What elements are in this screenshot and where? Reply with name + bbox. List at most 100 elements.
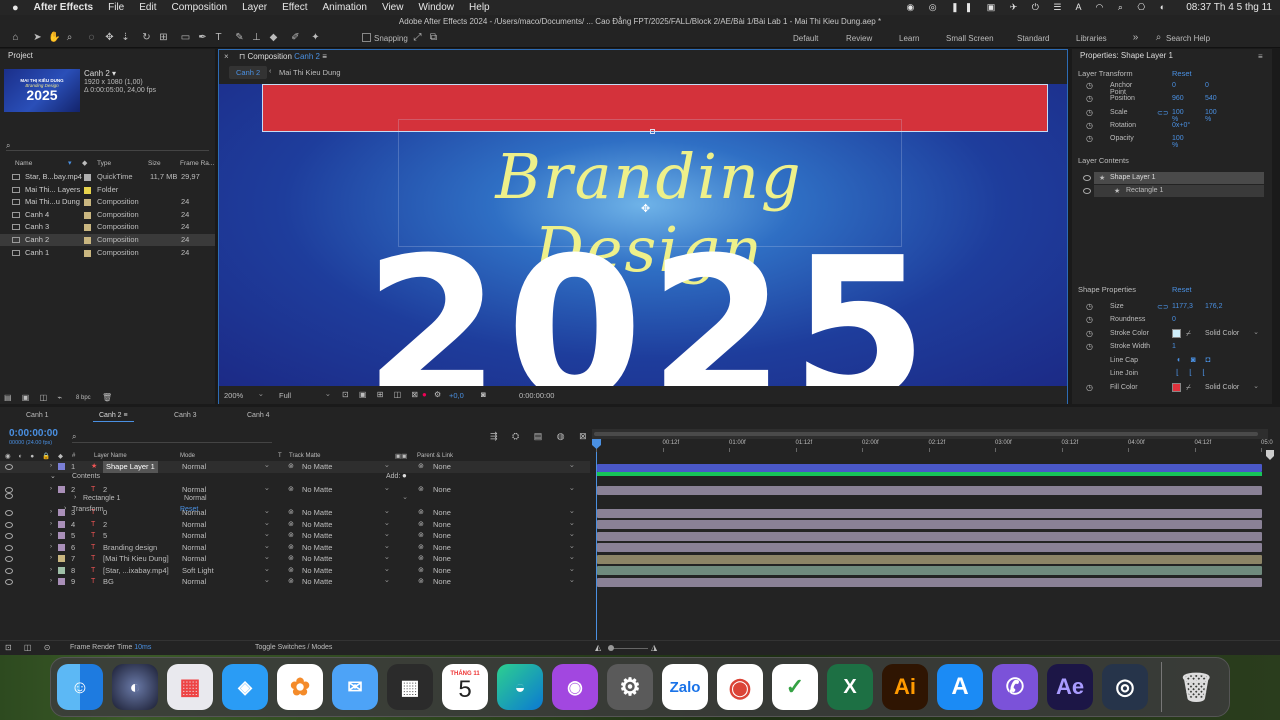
work-area-end[interactable] xyxy=(1266,450,1274,460)
timeline-tab[interactable]: Canh 3 xyxy=(168,410,203,422)
sort-chevron-icon[interactable]: ▾ xyxy=(68,159,72,167)
parent-dropdown[interactable]: None xyxy=(433,459,575,473)
viber-icon[interactable]: ✆ xyxy=(992,664,1038,710)
expand-chevron-icon[interactable]: › xyxy=(50,519,52,531)
col-type[interactable]: Type xyxy=(97,160,111,167)
clock[interactable]: 08:37 Th 4 5 thg 11 xyxy=(1186,2,1272,13)
prop-value-1[interactable]: 0 xyxy=(1172,82,1176,89)
apple-icon[interactable]: ● xyxy=(12,2,19,14)
layer-name[interactable]: Shape Layer 1 xyxy=(103,461,158,473)
dolly-tool-icon[interactable]: ⇣ xyxy=(120,32,131,43)
parent-pickwhip-icon[interactable]: ⊚ xyxy=(418,507,424,519)
project-item[interactable]: Canh 4 Composition 24 xyxy=(0,209,215,221)
properties-title[interactable]: Properties: Shape Layer 1 xyxy=(1072,49,1272,63)
workspace-default[interactable]: Default xyxy=(793,34,818,43)
parent-dropdown[interactable]: None xyxy=(433,540,575,554)
layer-mode-dropdown[interactable]: Normal xyxy=(182,540,270,554)
menu-view[interactable]: View xyxy=(382,2,404,13)
timeline-search-input[interactable]: ⌕ xyxy=(72,432,272,443)
layer-row[interactable]: ›1★Shape Layer 1Normal⊚No Matte⊚None xyxy=(0,459,590,473)
exposure-value[interactable]: +0,0 xyxy=(449,391,464,400)
time-navigator[interactable] xyxy=(592,429,1268,439)
layer-duration-bar[interactable] xyxy=(597,577,1262,587)
layer-label-swatch[interactable] xyxy=(58,486,65,493)
track-matte-dropdown[interactable]: No Matte xyxy=(302,459,390,473)
layer-row[interactable]: ›2T2Normal⊚No Matte⊚None xyxy=(0,482,590,496)
parent-pickwhip-icon[interactable]: ⊚ xyxy=(418,553,424,565)
eye-icon[interactable] xyxy=(1083,188,1091,194)
eye-icon[interactable] xyxy=(5,493,13,499)
rotation-tool-icon[interactable]: ↻ xyxy=(141,32,152,43)
label-color-swatch[interactable] xyxy=(84,249,91,257)
col-layer-name[interactable]: Layer Name xyxy=(94,453,127,459)
pen-tool-icon[interactable]: ✒ xyxy=(197,32,208,43)
finder-icon[interactable]: ☺ xyxy=(57,664,103,710)
trash-icon[interactable]: 🗑 xyxy=(102,393,112,402)
expand-chevron-icon[interactable]: › xyxy=(50,565,52,577)
expand-chevron-icon[interactable]: › xyxy=(50,542,52,554)
calendar-icon[interactable]: THÁNG 11 5 xyxy=(442,664,488,710)
notes-app-icon[interactable]: ✓ xyxy=(772,664,818,710)
illustrator-icon[interactable]: Ai xyxy=(882,664,928,710)
stroke-color-swatch[interactable] xyxy=(1172,329,1181,338)
expand-chevron-icon[interactable]: › xyxy=(74,494,76,501)
timeline-tab[interactable]: Canh 2 ≡ xyxy=(93,410,134,422)
app-menu[interactable]: After Effects xyxy=(34,2,93,13)
excel-icon[interactable]: X xyxy=(827,664,873,710)
layer-duration-bar[interactable] xyxy=(597,531,1262,541)
panel-menu-icon[interactable]: ≡ xyxy=(1258,52,1263,61)
parent-dropdown[interactable]: None xyxy=(433,517,575,531)
hand-tool-icon[interactable]: ✋ xyxy=(48,32,60,43)
trash-icon[interactable]: 🗑 xyxy=(1173,664,1219,710)
col-size[interactable]: Size xyxy=(148,160,161,167)
breadcrumb-canh2[interactable]: Canh 2 xyxy=(229,66,268,79)
add-icon[interactable]: ● xyxy=(402,471,407,480)
safari-icon[interactable]: ◈ xyxy=(222,664,268,710)
matte-link-icon[interactable]: ⊚ xyxy=(288,542,294,554)
layer-duration-bar[interactable] xyxy=(597,543,1262,552)
settings-icon[interactable]: ⚙ xyxy=(607,664,653,710)
stopwatch-icon[interactable]: ◷ xyxy=(1086,121,1093,130)
prop-value-1[interactable]: 100 % xyxy=(1172,109,1184,123)
track-matte-dropdown[interactable]: No Matte xyxy=(302,551,390,565)
layer-label-swatch[interactable] xyxy=(58,555,65,562)
parent-pickwhip-icon[interactable]: ⊚ xyxy=(418,484,424,496)
parent-pickwhip-icon[interactable]: ⊚ xyxy=(418,519,424,531)
project-title[interactable]: Project xyxy=(0,49,215,63)
layer-mode-dropdown[interactable]: Normal xyxy=(182,528,270,542)
rectangle-blend-dropdown[interactable]: Normal xyxy=(184,493,408,502)
photos-icon[interactable]: ✿ xyxy=(277,664,323,710)
label-color-swatch[interactable] xyxy=(84,174,91,181)
zoom-slider[interactable] xyxy=(608,645,648,651)
snapshot-icon[interactable]: ◙ xyxy=(481,390,486,399)
workspace-learn[interactable]: Learn xyxy=(899,34,919,43)
layer-name[interactable]: [Mai Thi Kieu Dung] xyxy=(103,553,169,565)
transform-reset[interactable]: Reset xyxy=(180,506,198,513)
podcasts-icon[interactable]: ◉ xyxy=(552,664,598,710)
layer-name[interactable]: 2 xyxy=(103,484,107,496)
layer-mode-dropdown[interactable]: Normal xyxy=(182,517,270,531)
label-color-swatch[interactable] xyxy=(84,211,91,219)
eye-icon[interactable] xyxy=(5,521,13,528)
expand-chevron-icon[interactable]: › xyxy=(64,505,66,512)
workspace-review[interactable]: Review xyxy=(846,34,872,43)
track-matte-dropdown[interactable]: No Matte xyxy=(302,528,390,542)
mail-icon[interactable]: ✉ xyxy=(332,664,378,710)
expand-chevron-icon[interactable]: › xyxy=(50,507,52,519)
layer-mode-dropdown[interactable]: Normal xyxy=(182,459,270,473)
label-color-swatch[interactable] xyxy=(84,224,91,232)
zoom-in-icon[interactable]: ◮ xyxy=(651,643,657,652)
puppet-tool-icon[interactable]: ✦ xyxy=(310,32,321,43)
expand-chevron-icon[interactable]: › xyxy=(50,553,52,565)
collapse-chevron-icon[interactable]: ⌄ xyxy=(50,472,56,480)
menu-file[interactable]: File xyxy=(108,2,124,13)
workspace-standard[interactable]: Standard xyxy=(1017,34,1049,43)
project-item[interactable]: Star, B...bay.mp4 QuickTime 11,7 MB 29,97 xyxy=(0,171,215,183)
menu-window[interactable]: Window xyxy=(418,2,454,13)
av-switch-icons[interactable]: ◉ ◐ ● 🔒 xyxy=(5,452,53,460)
menu-help[interactable]: Help xyxy=(469,2,490,13)
col-fps[interactable]: Frame Ra... xyxy=(180,160,214,167)
snap-option-icon[interactable]: ⤢ xyxy=(412,32,423,43)
parent-dropdown[interactable]: None xyxy=(433,505,575,519)
layer-label-swatch[interactable] xyxy=(58,532,65,539)
